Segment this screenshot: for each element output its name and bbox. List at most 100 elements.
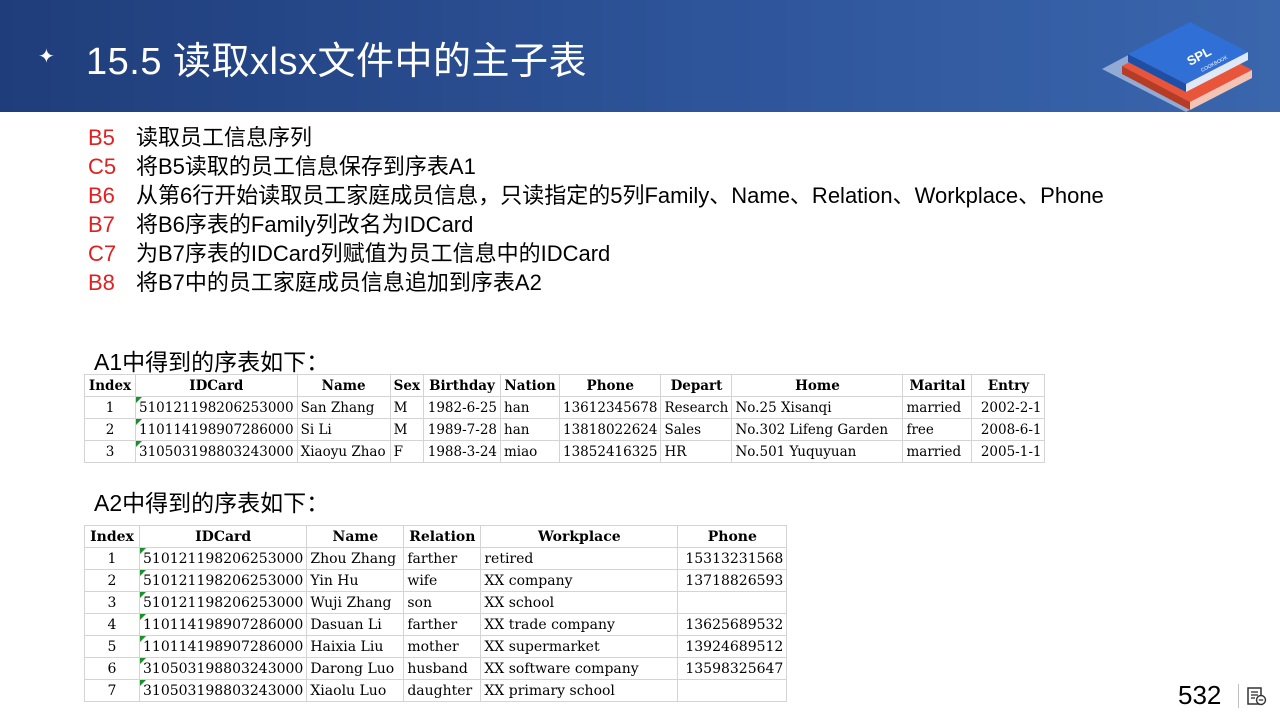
column-header: Phone <box>558 374 662 397</box>
table-cell: miao <box>500 440 560 463</box>
table-cell: 310503198803243000 <box>138 657 308 680</box>
table-cell: married <box>902 440 973 463</box>
table-cell: Si Li <box>296 418 391 441</box>
table-cell <box>677 591 788 614</box>
cell-code: C7 <box>88 241 117 266</box>
column-header: Home <box>731 374 904 397</box>
cell-code: B8 <box>88 270 115 295</box>
column-header: Nation <box>500 374 560 397</box>
table-row: 2 110114198907286000 Si Li M 1989-7-28 h… <box>84 418 1046 441</box>
table-cell: Sales <box>660 418 733 441</box>
table-cell: 13612345678 <box>558 396 662 419</box>
table-cell: 13598325647 <box>677 657 788 680</box>
table-cell: 1982-6-25 <box>423 396 501 419</box>
presentation-notes-icon[interactable] <box>1246 685 1268 707</box>
step-item: B6 从第6行开始读取员工家庭成员信息，只读指定的5列Family、Name、Re… <box>88 181 1198 210</box>
table-row: 2 510121198206253000 Yin Hu wife XX comp… <box>84 569 788 592</box>
table-cell: Wuji Zhang <box>306 591 405 614</box>
table-row: 3 510121198206253000 Wuji Zhang son XX s… <box>84 591 788 614</box>
table-cell: free <box>902 418 973 441</box>
table-cell: 13924689512 <box>677 635 788 658</box>
table-cell: husband <box>403 657 482 680</box>
step-item: B8 将B7中的员工家庭成员信息追加到序表A2 <box>88 268 1198 297</box>
title-bullet-icon: ✦ <box>38 46 55 68</box>
table-cell: Darong Luo <box>306 657 405 680</box>
table-cell: Xiaolu Luo <box>306 679 405 702</box>
table-cell: Zhou Zhang <box>306 547 405 570</box>
table-cell: han <box>500 396 560 419</box>
table-cell: 4 <box>84 613 140 636</box>
footer-divider <box>1238 684 1239 708</box>
table-cell: 13818022624 <box>558 418 662 441</box>
column-header: Name <box>306 525 405 548</box>
table-cell: Xiaoyu Zhao <box>296 440 391 463</box>
column-header: IDCard <box>138 525 308 548</box>
table-cell: XX trade company <box>480 613 679 636</box>
table-cell: No.501 Yuquyuan <box>731 440 904 463</box>
step-list: B5 读取员工信息序列 C5 将B5读取的员工信息保存到序表A1 B6 从第6行开始读… <box>88 123 1198 297</box>
table-row: 5 110114198907286000 Haixia Liu mother X… <box>84 635 788 658</box>
table-cell: 1988-3-24 <box>423 440 501 463</box>
table-cell: F <box>389 440 425 463</box>
table-cell: 2 <box>84 569 140 592</box>
table-cell: 310503198803243000 <box>135 440 298 463</box>
table-cell: farther <box>403 547 482 570</box>
table-cell: 13718826593 <box>677 569 788 592</box>
table-cell: 1989-7-28 <box>423 418 501 441</box>
table-cell: Research <box>660 396 733 419</box>
cell-code: B5 <box>88 125 115 150</box>
cell-code: B6 <box>88 183 115 208</box>
table-cell: 13852416325 <box>558 440 662 463</box>
table-cell: farther <box>403 613 482 636</box>
page-number: 532 <box>1178 680 1222 710</box>
slide-header: ✦ 15.5 读取xlsx文件中的主子表 <box>0 0 1280 112</box>
column-header: Index <box>84 525 140 548</box>
column-header: Depart <box>660 374 733 397</box>
column-header: IDCard <box>135 374 298 397</box>
table-cell: 13625689532 <box>677 613 788 636</box>
step-item: B7 将B6序表的Family列改名为IDCard <box>88 210 1198 239</box>
table-header-row: Index IDCard Name Relation Workplace Pho… <box>84 525 788 548</box>
column-header: Name <box>296 374 391 397</box>
table-cell: 2005-1-1 <box>971 440 1046 463</box>
column-header: Index <box>84 374 136 397</box>
column-header: Marital <box>902 374 973 397</box>
column-header: Entry <box>971 374 1046 397</box>
table-cell: 15313231568 <box>677 547 788 570</box>
table-cell: Yin Hu <box>306 569 405 592</box>
column-header: Phone <box>677 525 788 548</box>
table-cell: 510121198206253000 <box>135 396 298 419</box>
spl-cookbook-logo-icon: SPL COOKBOOK <box>1102 22 1252 112</box>
table-a1: Index IDCard Name Sex Birthday Nation Ph… <box>84 374 1046 463</box>
column-header: Relation <box>403 525 482 548</box>
cell-code: C5 <box>88 154 117 179</box>
table-cell: han <box>500 418 560 441</box>
table-cell: 7 <box>84 679 140 702</box>
column-header: Workplace <box>480 525 679 548</box>
step-text: 从第6行开始读取员工家庭成员信息，只读指定的5列Family、Name、Rela… <box>136 183 1104 208</box>
step-text: 为B7序表的IDCard列赋值为员工信息中的IDCard <box>136 241 611 266</box>
table1-caption: A1中得到的序表如下： <box>94 349 330 375</box>
step-item: B5 读取员工信息序列 <box>88 123 1198 152</box>
table-cell: son <box>403 591 482 614</box>
table-cell: XX supermarket <box>480 635 679 658</box>
table-row: 3 310503198803243000 Xiaoyu Zhao F 1988-… <box>84 440 1046 463</box>
table-cell: 3 <box>84 440 136 463</box>
table-row: 1 510121198206253000 Zhou Zhang farther … <box>84 547 788 570</box>
table-row: 1 510121198206253000 San Zhang M 1982-6-… <box>84 396 1046 419</box>
table-cell: No.25 Xisanqi <box>731 396 904 419</box>
cell-code: B7 <box>88 212 115 237</box>
table-cell: mother <box>403 635 482 658</box>
table-cell: 6 <box>84 657 140 680</box>
slide-title: 15.5 读取xlsx文件中的主子表 <box>86 41 587 83</box>
table-row: 7 310503198803243000 Xiaolu Luo daughter… <box>84 679 788 702</box>
table-cell: San Zhang <box>296 396 391 419</box>
table-row: 6 310503198803243000 Darong Luo husband … <box>84 657 788 680</box>
table-cell: 510121198206253000 <box>138 547 308 570</box>
table-cell: retired <box>480 547 679 570</box>
table-cell: 1 <box>84 396 136 419</box>
table-cell: M <box>389 418 425 441</box>
table-cell: 2 <box>84 418 136 441</box>
column-header: Birthday <box>423 374 501 397</box>
table-cell: 310503198803243000 <box>138 679 308 702</box>
